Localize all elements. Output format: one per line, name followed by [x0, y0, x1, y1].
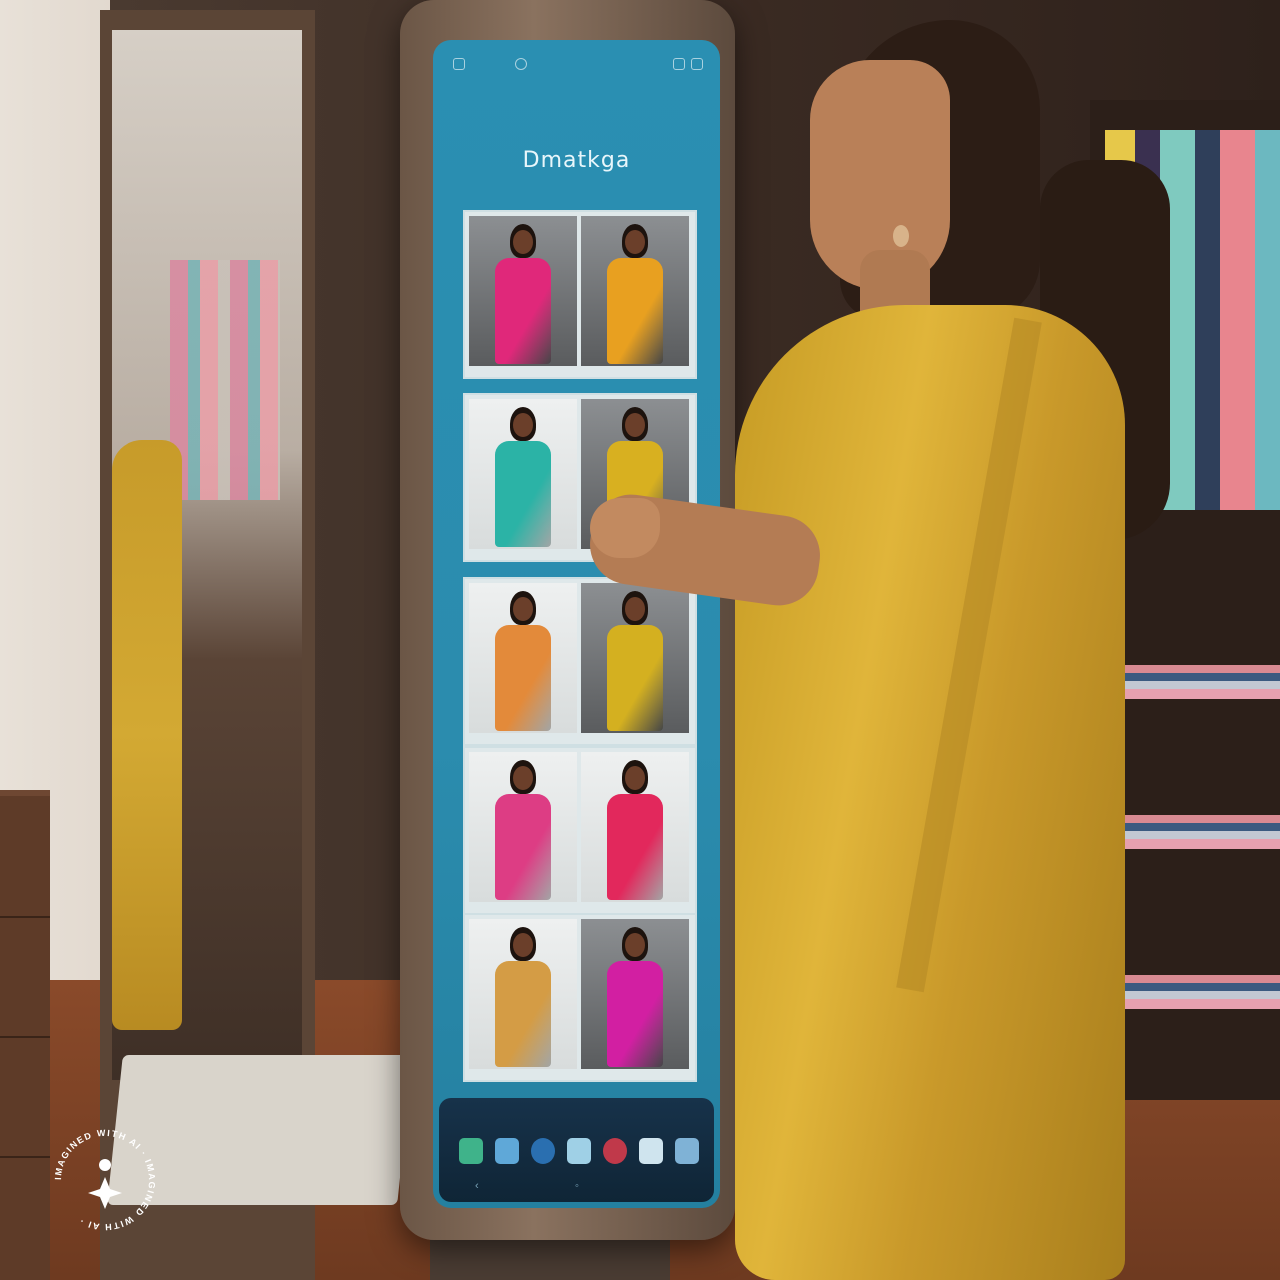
saree-photo-thumbnail[interactable] — [469, 399, 577, 549]
model-face — [513, 766, 533, 790]
folded-clothes-shelf — [1105, 975, 1280, 1009]
saree-photo-thumbnail[interactable] — [469, 752, 577, 902]
battery-icon — [691, 58, 703, 70]
model-face — [625, 933, 645, 957]
model-face — [625, 597, 645, 621]
saree-photo-thumbnail[interactable] — [469, 583, 577, 733]
photo-row — [463, 913, 697, 1082]
saree-photo-thumbnail[interactable] — [581, 583, 689, 733]
mirror-clothes-reflection — [170, 260, 280, 500]
folded-clothes-shelf — [1105, 665, 1280, 699]
bottom-dock: ‹ ◦ — [439, 1098, 714, 1202]
home-nav-icon[interactable]: ◦ — [575, 1180, 579, 1192]
drop-icon[interactable] — [639, 1138, 663, 1164]
model-face — [625, 413, 645, 437]
imagined-with-ai-badge: IMAGINED WITH AI · IMAGINED WITH AI · — [53, 1128, 156, 1232]
folded-clothes-shelf — [1105, 815, 1280, 849]
saree-photo-thumbnail[interactable] — [581, 919, 689, 1069]
saree-photo-thumbnail[interactable] — [469, 919, 577, 1069]
model-face — [513, 413, 533, 437]
dressing-room-scene: Dmatkga ‹ ◦ IMAGINED WITH AI · IMAGINED … — [0, 0, 1280, 1280]
dresser — [0, 790, 50, 1280]
photo-row — [463, 210, 697, 379]
settings-icon[interactable] — [453, 58, 465, 70]
smart-mirror-screen[interactable]: Dmatkga ‹ ◦ — [433, 40, 720, 1208]
saree-photo-thumbnail[interactable] — [581, 752, 689, 902]
model-saree — [495, 794, 551, 900]
model-face — [513, 230, 533, 254]
globe-icon[interactable] — [531, 1138, 555, 1164]
saree-photo-thumbnail[interactable] — [581, 216, 689, 366]
share-icon[interactable] — [515, 58, 527, 70]
gallery-icon[interactable] — [459, 1138, 483, 1164]
sparkle-icon — [88, 1177, 122, 1209]
triangle-icon[interactable] — [567, 1138, 591, 1164]
record-icon[interactable] — [603, 1138, 627, 1164]
model-saree — [607, 625, 663, 731]
model-face — [625, 230, 645, 254]
model-saree — [495, 441, 551, 547]
earring — [893, 225, 909, 247]
woman-hand-touching-screen — [590, 498, 660, 558]
watermark-dot-icon — [99, 1159, 111, 1171]
photo-row — [463, 746, 697, 915]
photo-row — [463, 577, 697, 746]
model-face — [625, 766, 645, 790]
model-saree — [607, 258, 663, 364]
cloud-icon[interactable] — [495, 1138, 519, 1164]
model-saree — [495, 625, 551, 731]
saree-photo-thumbnail[interactable] — [469, 216, 577, 366]
status-bar — [445, 52, 705, 76]
model-face — [513, 597, 533, 621]
back-nav-icon[interactable]: ‹ — [475, 1180, 479, 1192]
model-saree — [607, 794, 663, 900]
bookmark-icon[interactable] — [675, 1138, 699, 1164]
mirror-person-reflection — [112, 440, 182, 1030]
wifi-icon — [673, 58, 685, 70]
model-saree — [607, 961, 663, 1067]
model-saree — [495, 961, 551, 1067]
model-face — [513, 933, 533, 957]
app-title: Dmatkga — [522, 148, 631, 173]
model-saree — [495, 258, 551, 364]
